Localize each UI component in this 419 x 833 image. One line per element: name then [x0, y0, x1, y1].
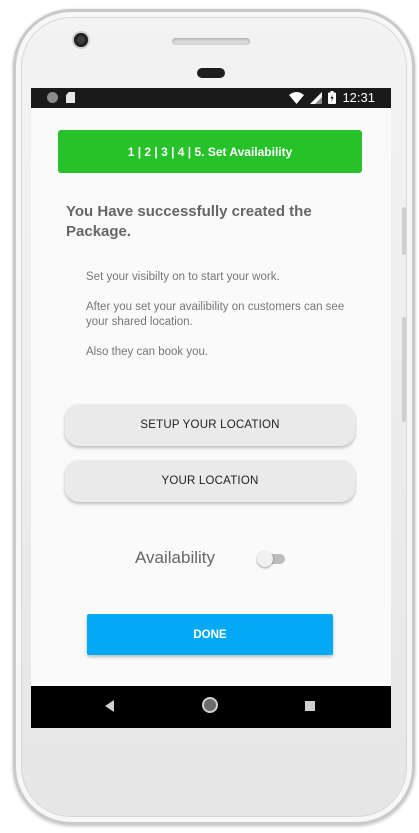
battery-icon [328, 91, 337, 104]
setup-location-button[interactable]: SETUP YOUR LOCATION [65, 404, 355, 446]
signal-icon [310, 91, 323, 104]
power-button [402, 207, 406, 255]
volume-button [402, 317, 406, 422]
done-button[interactable]: DONE [87, 614, 333, 655]
wifi-icon [289, 91, 305, 104]
step-progress-banner: 1 | 2 | 3 | 4 | 5. Set Availability [58, 130, 362, 173]
proximity-sensor [197, 68, 225, 78]
your-location-label: YOUR LOCATION [161, 475, 259, 487]
availability-label: Availability [135, 548, 216, 567]
status-time: 12:31 [342, 90, 375, 105]
earpiece-speaker [172, 38, 250, 45]
your-location-button[interactable]: YOUR LOCATION [65, 460, 355, 502]
navigation-bar [31, 686, 391, 728]
visibility-instruction: Set your visibilty on to start your work… [86, 271, 280, 283]
booking-note: Also they can book you. [86, 346, 209, 358]
back-icon[interactable] [105, 700, 114, 712]
home-icon[interactable] [202, 697, 218, 713]
success-headline: You Have successfully created the Packag… [66, 203, 312, 240]
front-camera [74, 33, 88, 47]
notification-dot-icon [47, 92, 58, 103]
availability-explanation: After you set your availibility on custo… [86, 301, 345, 328]
setup-location-label: SETUP YOUR LOCATION [140, 419, 280, 431]
step-progress-label: 1 | 2 | 3 | 4 | 5. Set Availability [127, 144, 293, 159]
status-bar: 12:31 [31, 88, 391, 108]
recents-icon[interactable] [305, 701, 315, 711]
sd-card-icon [66, 92, 75, 103]
app-screen: 12:31 1 | 2 | 3 | 4 | 5. Set Availabilit… [31, 88, 391, 728]
availability-toggle[interactable] [257, 551, 287, 567]
done-label: DONE [193, 628, 227, 641]
toggle-thumb [257, 551, 273, 567]
